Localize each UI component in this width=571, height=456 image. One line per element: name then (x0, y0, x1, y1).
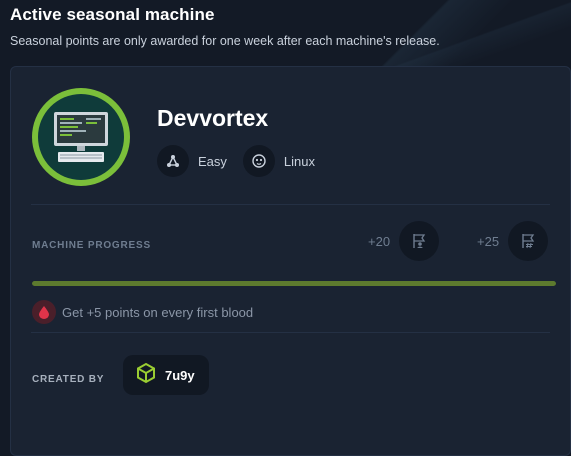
divider (31, 332, 550, 333)
os-label: Linux (283, 153, 315, 169)
linux-tux-icon (242, 145, 275, 177)
root-flag-icon[interactable] (508, 221, 549, 261)
section-subtitle: Seasonal points are only awarded for one… (10, 34, 440, 48)
difficulty-tag: Easy (157, 145, 227, 177)
progress-label: MACHINE PROGRESS (32, 240, 151, 251)
progress-bar-fill (32, 281, 556, 286)
creator-name[interactable]: 7u9y (165, 368, 195, 383)
root-points-value: +25 (477, 233, 500, 249)
user-points: +20 (368, 221, 440, 261)
machine-name[interactable]: Devvortex (157, 105, 268, 132)
cube-icon (135, 362, 157, 389)
machine-card: Devvortex Easy Linux MACHINE PROGRESS +2… (10, 66, 571, 456)
created-by-label: CREATED BY (32, 374, 105, 385)
user-points-value: +20 (368, 233, 391, 249)
first-blood-hint: Get +5 points on every first blood (32, 300, 253, 324)
progress-bar (32, 281, 556, 286)
difficulty-label: Easy (198, 153, 227, 169)
computer-monitor-icon (38, 94, 124, 180)
root-points: +25 (477, 221, 549, 261)
section-header: Active seasonal machine Seasonal points … (10, 5, 440, 48)
divider (31, 204, 550, 205)
machine-tags: Easy Linux (157, 145, 331, 177)
creator-badge[interactable]: 7u9y (123, 355, 209, 395)
section-title: Active seasonal machine (10, 5, 215, 24)
first-blood-text: Get +5 points on every first blood (62, 304, 254, 320)
difficulty-nodes-icon (157, 145, 189, 177)
user-flag-icon[interactable] (399, 221, 440, 261)
os-tag: Linux (242, 145, 315, 177)
machine-avatar[interactable] (32, 88, 130, 186)
blood-drop-icon (32, 300, 56, 324)
